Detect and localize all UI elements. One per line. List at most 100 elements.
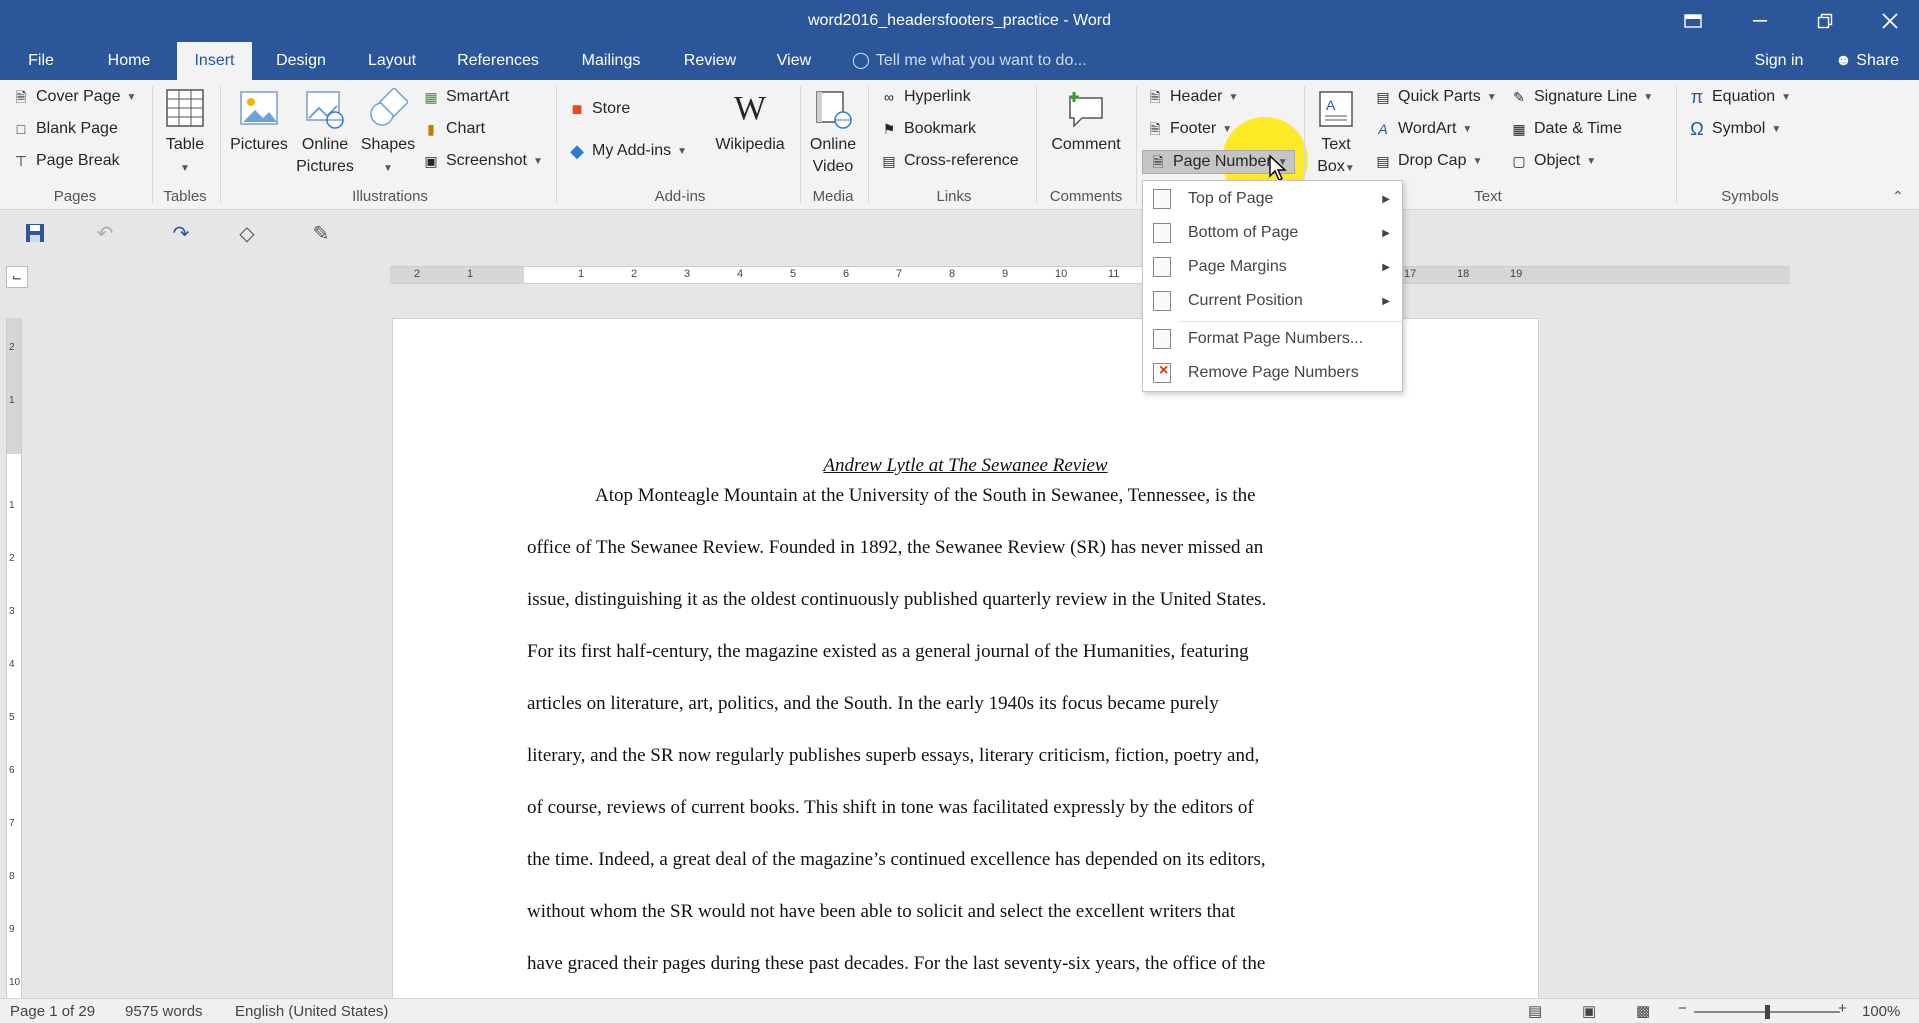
ruler-number: 7 bbox=[896, 268, 903, 280]
tab-insert[interactable]: Insert bbox=[177, 42, 252, 80]
symbol-label: Symbol bbox=[1712, 120, 1766, 137]
comment-icon bbox=[1069, 92, 1103, 128]
table-button[interactable]: Table ▼ bbox=[160, 88, 210, 180]
redo-icon[interactable]: ↷ bbox=[164, 218, 198, 248]
wordart-button[interactable]: A WordArt ▼ bbox=[1374, 120, 1472, 138]
ruler-number: 3 bbox=[9, 606, 15, 617]
object-button[interactable]: ▢ Object ▼ bbox=[1510, 152, 1596, 170]
equation-button[interactable]: π Equation ▼ bbox=[1688, 88, 1791, 106]
online-pictures-button[interactable]: Online Pictures bbox=[292, 88, 358, 178]
tab-home[interactable]: Home bbox=[96, 42, 162, 80]
hyperlink-button[interactable]: ∞ Hyperlink bbox=[880, 88, 971, 106]
ruler-number: 9 bbox=[1002, 268, 1009, 280]
tab-selector-icon[interactable]: ⌙ bbox=[6, 266, 28, 288]
zoom-out-icon[interactable]: − bbox=[1678, 1000, 1687, 1017]
chart-button[interactable]: ▮ Chart bbox=[422, 120, 485, 138]
read-mode-icon[interactable]: ▤ bbox=[1528, 1002, 1542, 1020]
tab-layout[interactable]: Layout bbox=[357, 42, 427, 80]
document-page[interactable]: Andrew Lytle at The Sewanee Review Atop … bbox=[392, 318, 1539, 1008]
ribbon-tabs: File Home Insert Design Layout Reference… bbox=[0, 42, 1919, 80]
web-layout-icon[interactable]: ▩ bbox=[1636, 1002, 1650, 1020]
edit-icon[interactable]: ✎ bbox=[304, 218, 338, 248]
menu-item-page-margins[interactable]: Page Margins ▶ bbox=[1143, 251, 1402, 283]
pictures-button[interactable]: Pictures bbox=[226, 88, 292, 156]
vertical-ruler[interactable]: 2 1 1 2 3 4 5 6 7 8 9 10 bbox=[6, 318, 22, 998]
tab-file[interactable]: File bbox=[14, 42, 68, 80]
language-indicator[interactable]: English (United States) bbox=[235, 1003, 388, 1020]
ruler-number: 1 bbox=[9, 395, 15, 406]
page-count[interactable]: Page 1 of 29 bbox=[10, 1003, 95, 1020]
bookmark-icon: ⚑ bbox=[882, 121, 896, 137]
cross-reference-button[interactable]: ▤ Cross-reference bbox=[880, 152, 1018, 170]
undo-icon[interactable]: ↶ bbox=[88, 218, 122, 248]
shapes-button[interactable]: Shapes ▼ bbox=[358, 88, 418, 180]
wikipedia-button[interactable]: W Wikipedia bbox=[712, 88, 788, 156]
menu-item-remove-page-numbers[interactable]: × Remove Page Numbers bbox=[1143, 357, 1402, 389]
tab-design[interactable]: Design bbox=[266, 42, 336, 80]
online-pictures-label-1: Online bbox=[301, 136, 349, 153]
shapes-qat-icon[interactable]: ◇ bbox=[230, 218, 264, 248]
smartart-button[interactable]: ▦ SmartArt bbox=[422, 88, 509, 106]
object-icon: ▢ bbox=[1512, 153, 1526, 169]
body-line: Atop Monteagle Mountain at the Universit… bbox=[595, 485, 1256, 506]
tab-mailings[interactable]: Mailings bbox=[571, 42, 651, 80]
tab-references[interactable]: References bbox=[452, 42, 544, 80]
print-layout-icon[interactable]: ▣ bbox=[1582, 1002, 1596, 1020]
online-video-button[interactable]: Online Video bbox=[806, 88, 860, 178]
restore-icon[interactable] bbox=[1797, 0, 1853, 42]
symbol-button[interactable]: Ω Symbol ▼ bbox=[1688, 120, 1781, 138]
tab-review[interactable]: Review bbox=[674, 42, 746, 80]
screenshot-button[interactable]: ▣ Screenshot ▼ bbox=[422, 152, 542, 170]
save-icon[interactable] bbox=[18, 218, 52, 248]
comment-button[interactable]: Comment bbox=[1044, 88, 1128, 156]
ruler-number: 4 bbox=[9, 659, 15, 670]
ribbon-display-options-icon[interactable] bbox=[1665, 0, 1721, 42]
text-box-label-1: Text bbox=[1321, 136, 1351, 153]
menu-item-format-page-numbers[interactable]: Format Page Numbers... bbox=[1143, 323, 1402, 355]
body-line: the time. Indeed, a great deal of the ma… bbox=[527, 849, 1266, 870]
chevron-down-icon: ▼ bbox=[1462, 123, 1473, 135]
body-line: have graced their pages during these pas… bbox=[527, 953, 1266, 974]
zoom-slider-thumb[interactable] bbox=[1765, 1005, 1770, 1019]
object-label: Object bbox=[1534, 152, 1581, 169]
footer-button[interactable]: 🗎 Footer ▼ bbox=[1146, 120, 1232, 138]
menu-item-top-of-page[interactable]: Top of Page ▶ bbox=[1143, 183, 1402, 215]
quick-parts-button[interactable]: ▤ Quick Parts ▼ bbox=[1374, 88, 1496, 106]
tab-view[interactable]: View bbox=[769, 42, 819, 80]
hyperlink-label: Hyperlink bbox=[904, 88, 971, 105]
date-time-button[interactable]: ▦ Date & Time bbox=[1510, 120, 1622, 138]
my-addins-button[interactable]: ◆ My Add-ins ▼ bbox=[568, 142, 687, 160]
word-count[interactable]: 9575 words bbox=[125, 1003, 203, 1020]
title-bar: word2016_headersfooters_practice - Word bbox=[0, 0, 1919, 42]
page-break-button[interactable]: ⊤ Page Break bbox=[12, 152, 120, 170]
zoom-level[interactable]: 100% bbox=[1862, 1003, 1900, 1020]
store-button[interactable]: ■ Store bbox=[568, 100, 631, 118]
share-button[interactable]: ☻ Share bbox=[1822, 42, 1912, 80]
ruler-number: 10 bbox=[1055, 268, 1068, 280]
zoom-slider[interactable] bbox=[1694, 1005, 1840, 1019]
blank-page-button[interactable]: □ Blank Page bbox=[12, 120, 118, 138]
table-icon bbox=[166, 89, 204, 127]
signature-line-button[interactable]: ✎ Signature Line ▼ bbox=[1510, 88, 1653, 106]
online-pictures-icon bbox=[306, 91, 344, 129]
blank-page-label: Blank Page bbox=[36, 120, 118, 137]
page-break-icon: ⊤ bbox=[14, 153, 28, 169]
ruler-number: 2 bbox=[631, 268, 638, 280]
menu-item-current-position[interactable]: Current Position ▶ bbox=[1143, 285, 1402, 317]
group-label-comments: Comments bbox=[1049, 188, 1123, 205]
sign-in-link[interactable]: Sign in bbox=[1746, 42, 1812, 80]
equation-label: Equation bbox=[1712, 88, 1776, 105]
group-divider bbox=[800, 86, 801, 204]
cover-page-button[interactable]: 🗎 Cover Page ▼ bbox=[12, 88, 136, 106]
bookmark-button[interactable]: ⚑ Bookmark bbox=[880, 120, 976, 138]
horizontal-ruler[interactable]: 2 1 1 2 3 4 5 6 7 8 9 10 11 17 18 19 bbox=[390, 266, 1790, 284]
minimize-icon[interactable] bbox=[1733, 0, 1789, 42]
close-icon[interactable] bbox=[1862, 0, 1918, 42]
header-button[interactable]: 🗎 Header ▼ bbox=[1146, 88, 1238, 106]
menu-item-bottom-of-page[interactable]: Bottom of Page ▶ bbox=[1143, 217, 1402, 249]
text-box-button[interactable]: A Text Box▼ bbox=[1308, 88, 1364, 180]
drop-cap-button[interactable]: ▤ Drop Cap ▼ bbox=[1374, 152, 1482, 170]
tell-me-box[interactable]: ◯ Tell me what you want to do... bbox=[852, 42, 1087, 80]
collapse-ribbon-icon[interactable]: ⌃ bbox=[1892, 188, 1904, 205]
zoom-in-icon[interactable]: + bbox=[1838, 1000, 1847, 1017]
